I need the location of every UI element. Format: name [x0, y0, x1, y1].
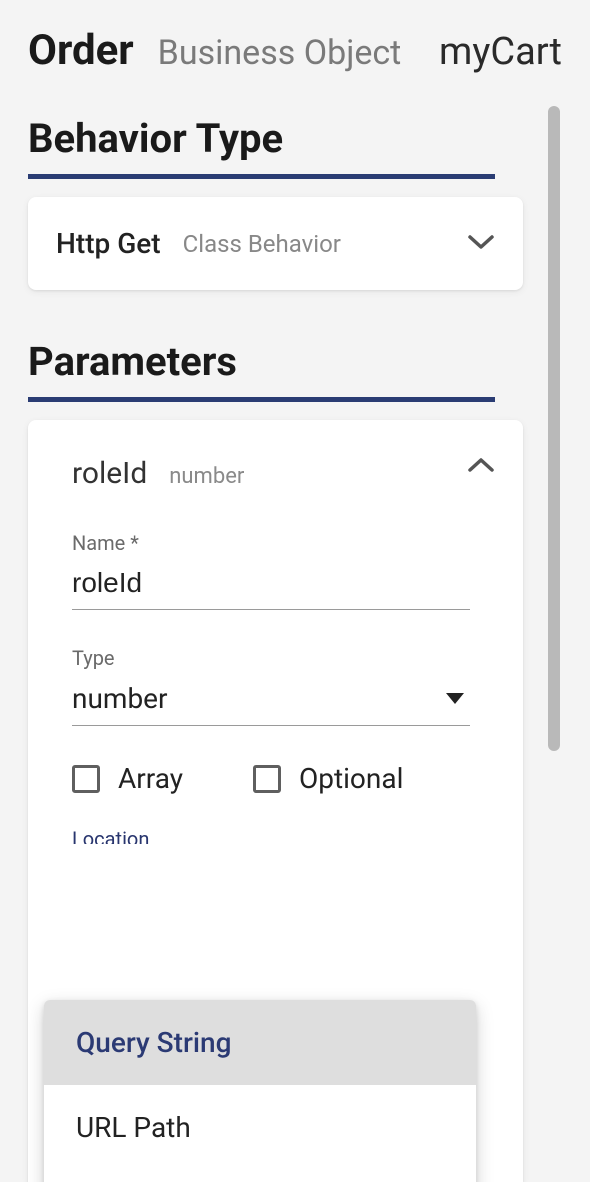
name-field-block: Name * [72, 531, 479, 610]
name-field-label: Name * [72, 531, 479, 555]
page-subtitle: Business Object [158, 33, 402, 73]
type-select-value: number [72, 682, 168, 715]
type-field-block: Type number [72, 646, 479, 726]
parameter-type-badge: number [169, 464, 244, 489]
location-option-url-path[interactable]: URL Path [44, 1085, 476, 1170]
name-input[interactable] [72, 563, 470, 610]
section-title-parameters: Parameters [28, 338, 568, 385]
section-divider [28, 397, 495, 402]
optional-checkbox[interactable] [253, 765, 281, 793]
behavior-type-selector[interactable]: Http Get Class Behavior [28, 197, 523, 290]
type-field-label: Type [72, 646, 479, 670]
breadcrumb: Order Business Object myCart [0, 0, 590, 93]
behavior-kind: Class Behavior [183, 230, 341, 258]
chevron-down-icon [467, 233, 495, 255]
parameter-name: roleId [72, 456, 147, 491]
section-title-behavior: Behavior Type [28, 115, 568, 162]
array-checkbox-row[interactable]: Array [72, 762, 183, 795]
array-checkbox[interactable] [72, 765, 100, 793]
location-dropdown-menu: Query String URL Path Header [44, 1000, 476, 1182]
type-select[interactable]: number [72, 678, 470, 726]
parameter-card: roleId number Name * Type number Array [28, 420, 523, 1182]
location-field-label: Location [72, 829, 479, 844]
array-label: Array [118, 762, 183, 795]
optional-checkbox-row[interactable]: Optional [253, 762, 403, 795]
parameter-header[interactable]: roleId number [72, 456, 479, 491]
dropdown-triangle-icon [446, 693, 464, 704]
location-option-header[interactable]: Header [44, 1170, 476, 1182]
chevron-up-icon[interactable] [467, 456, 495, 478]
behavior-name: Http Get [56, 227, 161, 260]
page-title: Order [28, 26, 134, 75]
location-option-query-string[interactable]: Query String [44, 1000, 476, 1085]
context-name: myCart [439, 30, 562, 74]
optional-label: Optional [299, 762, 403, 795]
section-divider [28, 174, 495, 179]
